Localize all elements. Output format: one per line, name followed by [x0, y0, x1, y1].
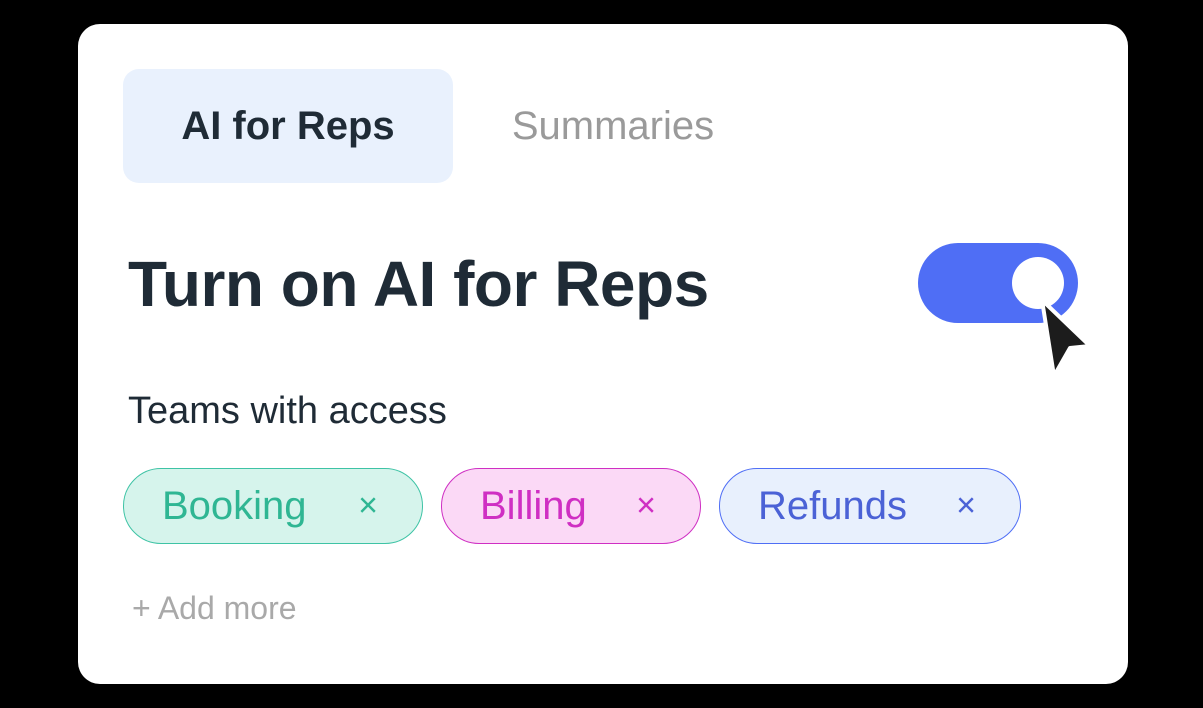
close-icon[interactable]: ×: [358, 487, 378, 526]
tab-label: AI for Reps: [181, 103, 395, 148]
team-chip-refunds: Refunds ×: [719, 468, 1021, 544]
add-more-link[interactable]: + Add more: [132, 590, 297, 627]
close-icon[interactable]: ×: [636, 487, 656, 526]
close-icon[interactable]: ×: [956, 487, 976, 526]
mouse-pointer-icon: [1040, 298, 1092, 378]
page-title: Turn on AI for Reps: [128, 248, 709, 320]
chip-label: Billing: [480, 483, 587, 528]
tab-label: Summaries: [511, 103, 715, 148]
team-chip-booking: Booking ×: [123, 468, 423, 544]
settings-card: AI for Reps Summaries Turn on AI for Rep…: [78, 24, 1128, 684]
chip-label: Booking: [162, 483, 307, 528]
team-chip-billing: Billing ×: [441, 468, 701, 544]
chip-label: Refunds: [758, 483, 907, 528]
tab-summaries[interactable]: Summaries: [483, 69, 743, 183]
teams-label: Teams with access: [128, 390, 447, 432]
tab-ai-for-reps[interactable]: AI for Reps: [123, 69, 453, 183]
